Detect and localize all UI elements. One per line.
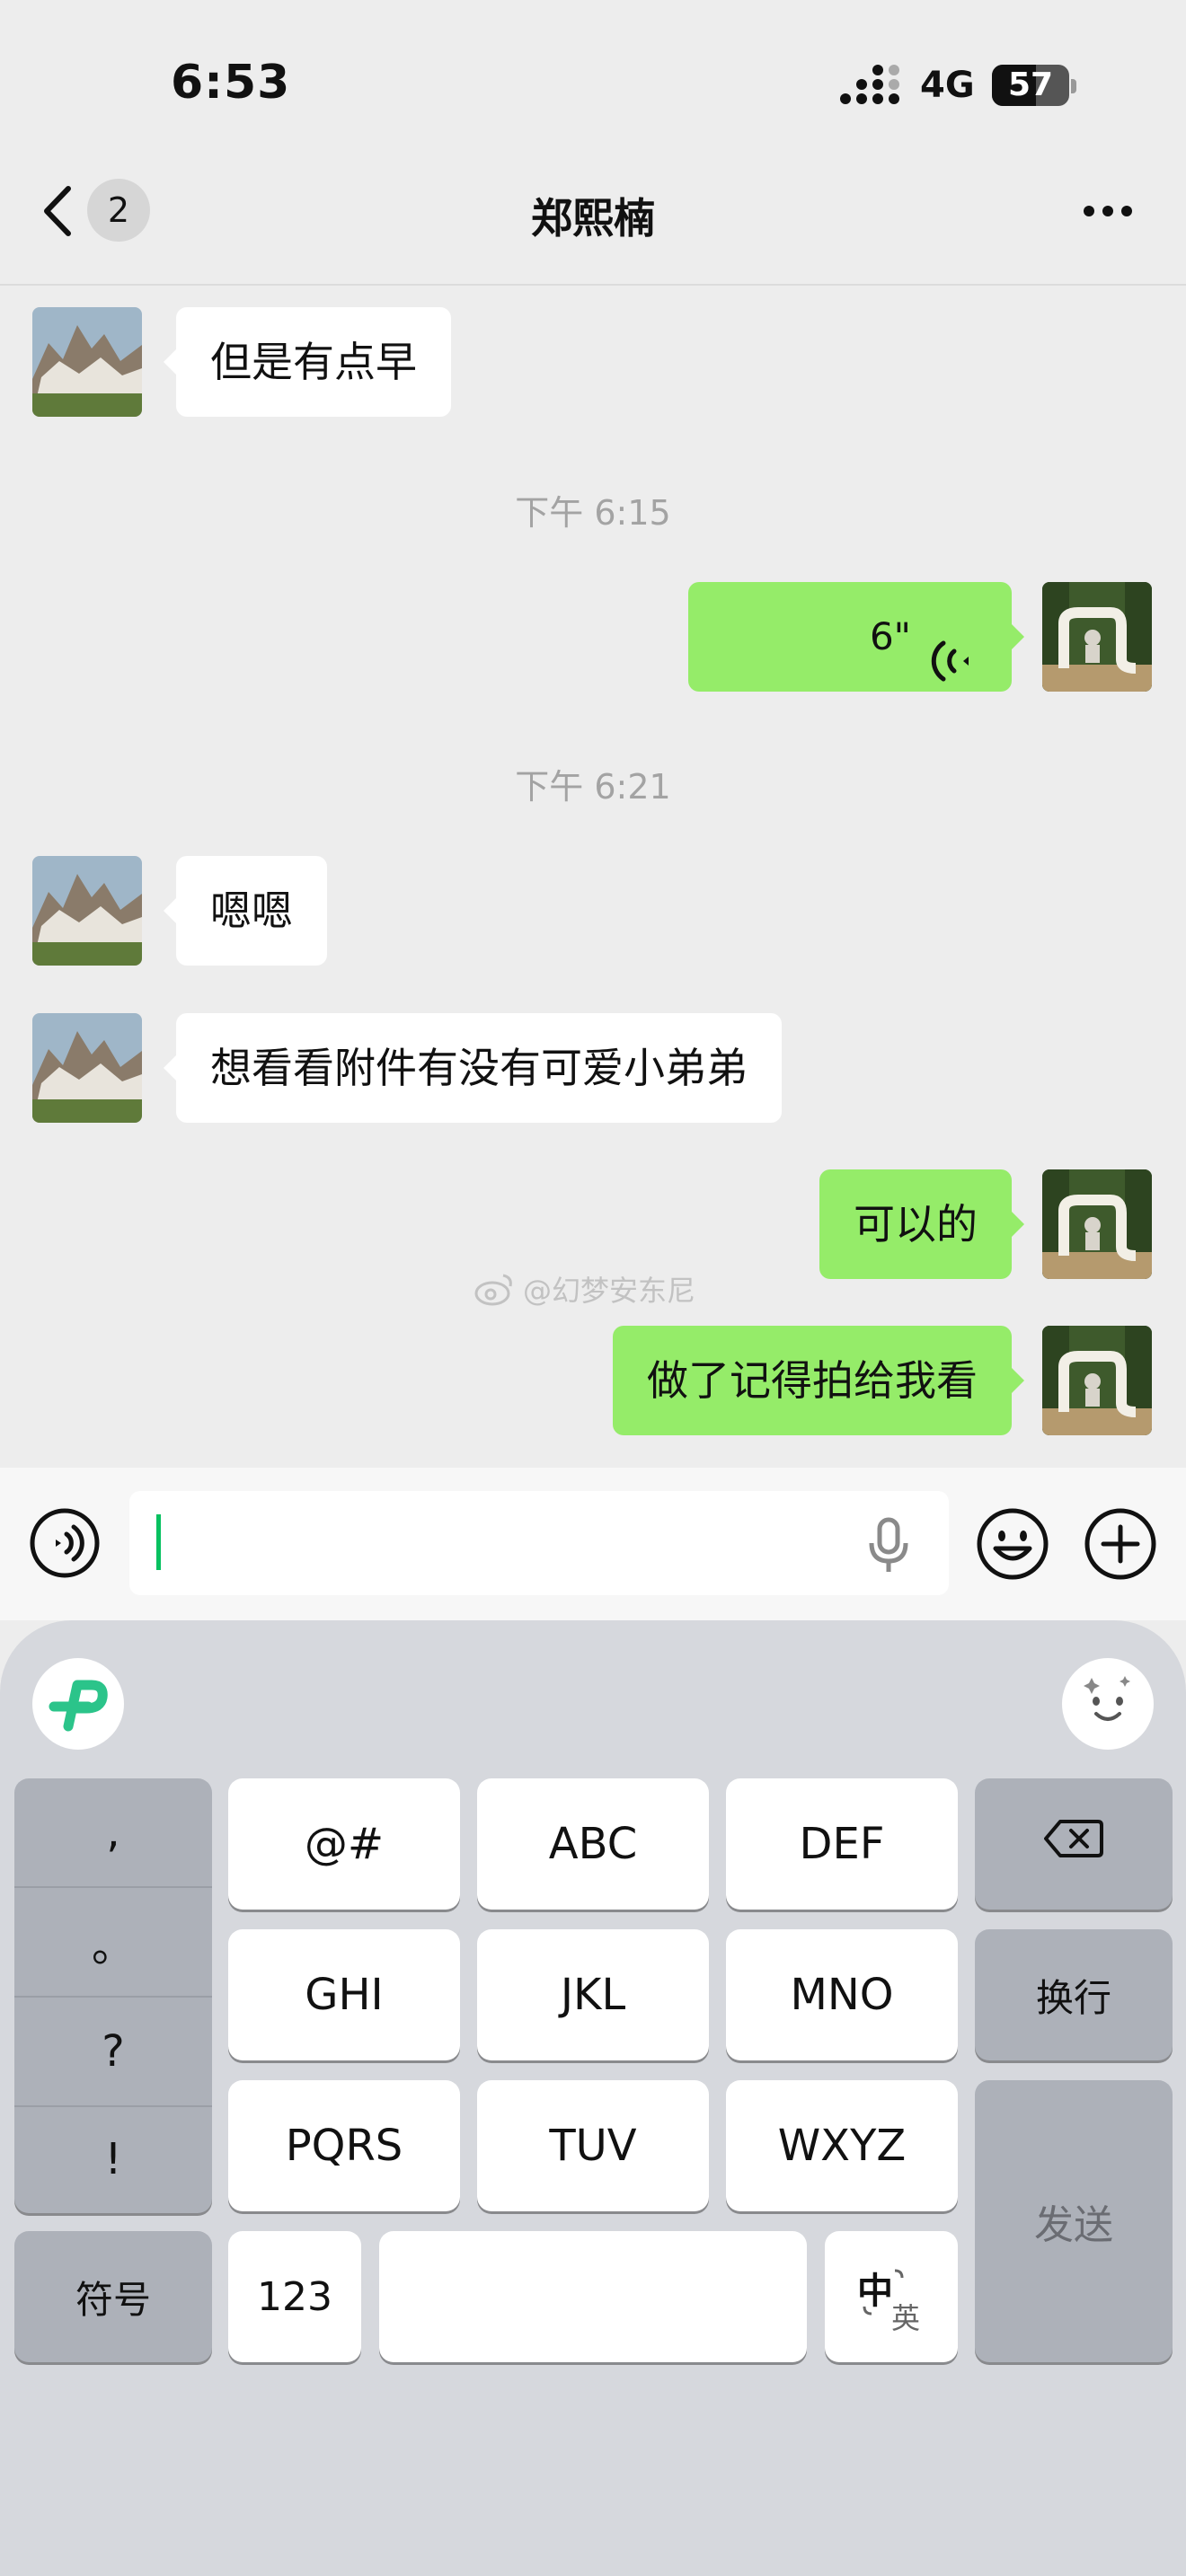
emoji-icon[interactable]	[976, 1507, 1049, 1581]
message-bubble-incoming[interactable]: 想看看附件有没有可爱小弟弟	[164, 1013, 782, 1123]
chat-title: 郑熙楠	[531, 194, 655, 243]
keyboard-logo-icon[interactable]	[32, 1658, 124, 1750]
battery-icon: 57	[992, 65, 1069, 106]
symbols-key[interactable]: 符号	[14, 2231, 212, 2362]
my-avatar[interactable]	[1042, 582, 1152, 692]
voice-message-bubble[interactable]: 6"	[688, 582, 1024, 692]
my-avatar[interactable]	[1042, 1326, 1152, 1435]
voice-duration: 6"	[869, 614, 911, 658]
send-label: 发送	[1034, 2202, 1113, 2248]
punctuation-column: , 。 ? !	[14, 1778, 212, 2213]
contact-avatar[interactable]	[32, 856, 142, 966]
my-avatar[interactable]	[1042, 1169, 1152, 1279]
key-tuv[interactable]: TUV	[477, 2080, 709, 2211]
battery-tip	[1071, 79, 1076, 93]
key-ghi[interactable]: GHI	[228, 1929, 460, 2060]
message-bubble-outgoing[interactable]: 可以的	[819, 1169, 1024, 1279]
punct-key-question[interactable]: ?	[14, 1998, 212, 2105]
key-mno[interactable]: MNO	[726, 1929, 958, 2060]
send-key[interactable]: 发送	[975, 2080, 1173, 2362]
weibo-icon	[474, 1270, 516, 1306]
timestamp: 下午 6:21	[515, 767, 671, 807]
nav-divider	[0, 284, 1186, 286]
key-def[interactable]: DEF	[726, 1778, 958, 1910]
message-bubble-incoming[interactable]: 嗯嗯	[164, 856, 327, 966]
voice-message-icon	[927, 614, 970, 682]
battery-percent: 57	[1007, 66, 1054, 103]
backspace-key[interactable]	[975, 1778, 1173, 1910]
punct-key-period[interactable]: 。	[14, 1888, 212, 1996]
numbers-key[interactable]: 123	[228, 2231, 361, 2362]
contact-avatar[interactable]	[32, 1013, 142, 1123]
newline-key[interactable]: 换行	[975, 1929, 1173, 2060]
punct-key-comma[interactable]: ,	[14, 1778, 212, 1886]
message-bubble-outgoing[interactable]: 做了记得拍给我看	[613, 1326, 1024, 1435]
watermark: @幻梦安东尼	[523, 1274, 696, 1308]
message-bubble-incoming[interactable]: 但是有点早	[164, 307, 451, 417]
status-time: 6:53	[171, 56, 291, 110]
key-wxyz[interactable]: WXYZ	[726, 2080, 958, 2211]
back-chevron-icon[interactable]	[38, 180, 83, 243]
contact-avatar[interactable]	[32, 307, 142, 417]
key-pqrs[interactable]: PQRS	[228, 2080, 460, 2211]
punct-key-exclaim[interactable]: !	[14, 2105, 212, 2213]
key-jkl[interactable]: JKL	[477, 1929, 709, 2060]
signal-icon	[840, 65, 899, 106]
space-key[interactable]	[379, 2231, 807, 2362]
plus-icon[interactable]	[1084, 1507, 1157, 1581]
text-caret	[156, 1514, 161, 1570]
face-icon[interactable]	[1062, 1658, 1154, 1750]
backspace-icon	[1044, 1818, 1103, 1870]
network-type: 4G	[920, 65, 975, 106]
more-icon[interactable]	[1083, 202, 1133, 220]
switch-arrow-icon	[863, 2269, 904, 2316]
message-input[interactable]	[129, 1491, 949, 1595]
timestamp: 下午 6:15	[515, 493, 671, 533]
voice-toggle-icon[interactable]	[29, 1507, 101, 1579]
key-abc[interactable]: ABC	[477, 1778, 709, 1910]
language-switch-key[interactable]: 中 英	[825, 2231, 958, 2362]
microphone-icon[interactable]	[866, 1516, 911, 1575]
key-symbols-at[interactable]: @#	[228, 1778, 460, 1910]
unread-badge[interactable]: 2	[87, 179, 150, 242]
